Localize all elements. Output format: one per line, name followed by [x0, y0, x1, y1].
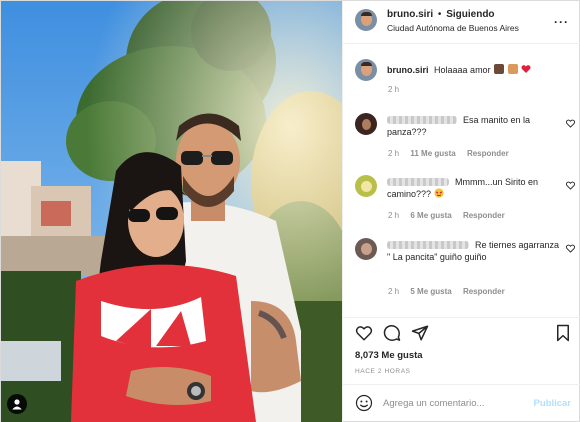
post-header: bruno.siri • Siguiendo Ciudad Autónoma d… [343, 1, 580, 44]
commenter-avatar[interactable] [355, 175, 377, 197]
heart-icon[interactable] [566, 119, 575, 128]
comment-meta: 2 h 5 Me gusta Responder [388, 287, 514, 296]
follow-status[interactable]: Siguiendo [446, 9, 494, 20]
comment-input[interactable] [383, 394, 533, 412]
add-comment-bar: Publicar [343, 384, 580, 422]
post-time-ago[interactable]: HACE 2 HORAS [355, 368, 411, 375]
comment-text-row: Mmmm...un Sirito en camino??? [387, 176, 563, 200]
heart-icon[interactable] [355, 324, 373, 342]
comment-likes[interactable]: 5 Me gusta [410, 287, 451, 296]
commenter-avatar[interactable] [355, 113, 377, 135]
caption-avatar[interactable] [355, 59, 377, 81]
reply-button[interactable]: Responder [467, 149, 509, 158]
reply-button[interactable]: Responder [463, 211, 505, 220]
paper-plane-icon[interactable] [411, 324, 429, 342]
post-side-panel: bruno.siri • Siguiendo Ciudad Autónoma d… [342, 1, 580, 422]
author-avatar[interactable] [355, 9, 377, 31]
face-emoji-icon [433, 188, 444, 198]
comment-icon[interactable] [383, 324, 401, 342]
bookmark-icon[interactable] [555, 324, 571, 342]
red-heart-emoji-icon [521, 65, 531, 73]
user-tag-icon[interactable] [7, 394, 27, 414]
comment-time[interactable]: 2 h [388, 149, 399, 158]
heart-icon[interactable] [566, 244, 575, 253]
publish-button[interactable]: Publicar [534, 398, 572, 409]
comment-text: Esa manito en la panza??? [387, 115, 531, 137]
caption-text-row: bruno.siri Holaaaa amor [387, 64, 531, 75]
emoji-smile-icon[interactable] [355, 394, 373, 412]
comment-text: Re tiernes agarranza " La pancita" guiño… [387, 240, 560, 262]
header-separator: • [437, 9, 442, 20]
caption-text: Holaaaa amor [434, 65, 491, 75]
couple-kiss-emoji-icon [494, 64, 505, 74]
likes-count[interactable]: 8,073 Me gusta [355, 350, 423, 361]
caption-username[interactable]: bruno.siri [387, 65, 429, 75]
comment-likes[interactable]: 11 Me gusta [410, 149, 455, 158]
commenter-avatar[interactable] [355, 238, 377, 260]
more-horizontal-icon[interactable]: ··· [554, 15, 569, 29]
comment-meta: 2 h 6 Me gusta Responder [388, 211, 514, 220]
post-location[interactable]: Ciudad Autónoma de Buenos Aires [387, 23, 519, 33]
header-username-row: bruno.siri • Siguiendo [387, 9, 495, 20]
folded-hands-emoji-icon [507, 64, 518, 74]
person-icon [12, 399, 22, 410]
comment-time[interactable]: 2 h [388, 287, 399, 296]
reply-button[interactable]: Responder [463, 287, 505, 296]
instagram-post: bruno.siri • Siguiendo Ciudad Autónoma d… [0, 0, 580, 422]
photo-illustration [1, 1, 342, 422]
comment-text: Mmmm...un Sirito en camino??? [387, 177, 539, 199]
comment-meta: 2 h 11 Me gusta Responder [388, 149, 518, 158]
post-photo[interactable] [1, 1, 342, 422]
comment-time[interactable]: 2 h [388, 211, 399, 220]
author-username[interactable]: bruno.siri [387, 9, 433, 20]
heart-icon[interactable] [566, 181, 575, 190]
comment-likes[interactable]: 6 Me gusta [410, 211, 451, 220]
caption-time[interactable]: 2 h [388, 85, 399, 94]
